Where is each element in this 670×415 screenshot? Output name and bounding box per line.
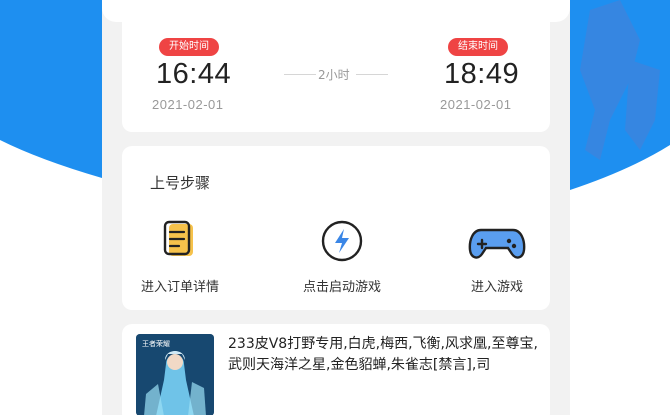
step-label: 点击启动游戏	[302, 280, 381, 295]
document-icon	[120, 218, 240, 264]
start-time: 16:44	[156, 58, 232, 90]
phone-screen: 开始时间 16:44 2021-02-01 2小时 结束时间 18:49 202…	[102, 0, 570, 415]
step-label: 进入订单详情	[140, 280, 219, 295]
rental-time-card: 开始时间 16:44 2021-02-01 2小时 结束时间 18:49 202…	[122, 22, 550, 132]
start-date: 2021-02-01	[152, 97, 224, 112]
login-steps-card: 上号步骤 进入订单详情 点击启动游戏 进入游戏	[122, 146, 550, 310]
step-label: 进入游戏	[470, 280, 523, 295]
end-time-tag: 结束时间	[448, 38, 508, 56]
duration-divider-left	[284, 74, 316, 75]
thumbnail-caption: 王者荣耀	[142, 339, 170, 348]
order-item-card[interactable]: 王者荣耀 233皮V8打野专用,白虎,梅西,飞衡,风求凰,至尊宝,武则天海洋之星…	[122, 324, 550, 415]
steps-title: 上号步骤	[150, 174, 211, 192]
end-time: 18:49	[444, 58, 520, 90]
step-enter-game[interactable]: 进入游戏	[437, 218, 557, 295]
rental-duration: 2小时	[318, 68, 350, 82]
start-time-tag: 开始时间	[159, 38, 219, 56]
end-date: 2021-02-01	[440, 97, 512, 112]
step-launch-game[interactable]: 点击启动游戏	[282, 218, 402, 295]
gamepad-icon	[437, 218, 557, 264]
game-thumbnail: 王者荣耀	[136, 334, 214, 415]
lightning-icon	[282, 218, 402, 264]
step-order-details[interactable]: 进入订单详情	[120, 218, 240, 295]
header-card-bottom	[102, 0, 570, 22]
account-title: 233皮V8打野专用,白虎,梅西,飞衡,风求凰,至尊宝,武则天海洋之星,金色貂蝉…	[228, 336, 538, 373]
duration-divider-right	[356, 74, 388, 75]
